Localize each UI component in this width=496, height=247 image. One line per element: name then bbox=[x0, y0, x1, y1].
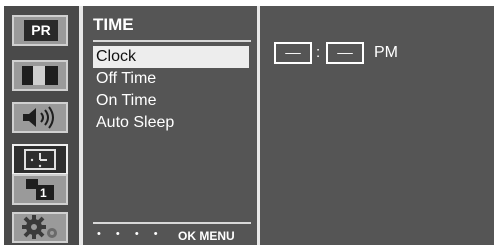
menu-item-off-time[interactable]: Off Time bbox=[93, 68, 249, 90]
menu-item-auto-sleep[interactable]: Auto Sleep bbox=[93, 112, 249, 134]
hour-field[interactable]: –– bbox=[274, 42, 312, 64]
time-menu-panel: TIME Clock Off Time On Time Auto Sleep •… bbox=[83, 6, 257, 245]
setup-gear-icon[interactable] bbox=[12, 212, 68, 243]
icon-column: PR 1 bbox=[4, 6, 79, 245]
input-icon[interactable]: 1 bbox=[12, 174, 68, 205]
program-icon-label: PR bbox=[24, 20, 58, 41]
osd-window: PR 1 TIME Clock Off Time On Time Auto Sl… bbox=[4, 6, 494, 245]
clock-separator: : bbox=[316, 44, 321, 61]
time-icon[interactable] bbox=[12, 144, 68, 175]
footer-ok-menu-hint: OK MENU bbox=[178, 229, 235, 243]
am-pm-indicator[interactable]: PM bbox=[374, 44, 398, 62]
input-icon-label: 1 bbox=[40, 186, 47, 200]
menu-item-on-time[interactable]: On Time bbox=[93, 90, 249, 112]
clock-setting-panel: –– : –– PM bbox=[260, 6, 494, 245]
minute-field[interactable]: –– bbox=[326, 42, 364, 64]
title-underline bbox=[93, 40, 251, 42]
picture-icon[interactable] bbox=[12, 60, 68, 91]
footer-line bbox=[93, 222, 251, 224]
menu-title: TIME bbox=[93, 15, 134, 34]
program-icon[interactable]: PR bbox=[12, 15, 68, 46]
menu-item-clock[interactable]: Clock bbox=[93, 46, 249, 68]
footer-dots: • • • • bbox=[97, 228, 164, 240]
sound-icon[interactable] bbox=[12, 102, 68, 133]
